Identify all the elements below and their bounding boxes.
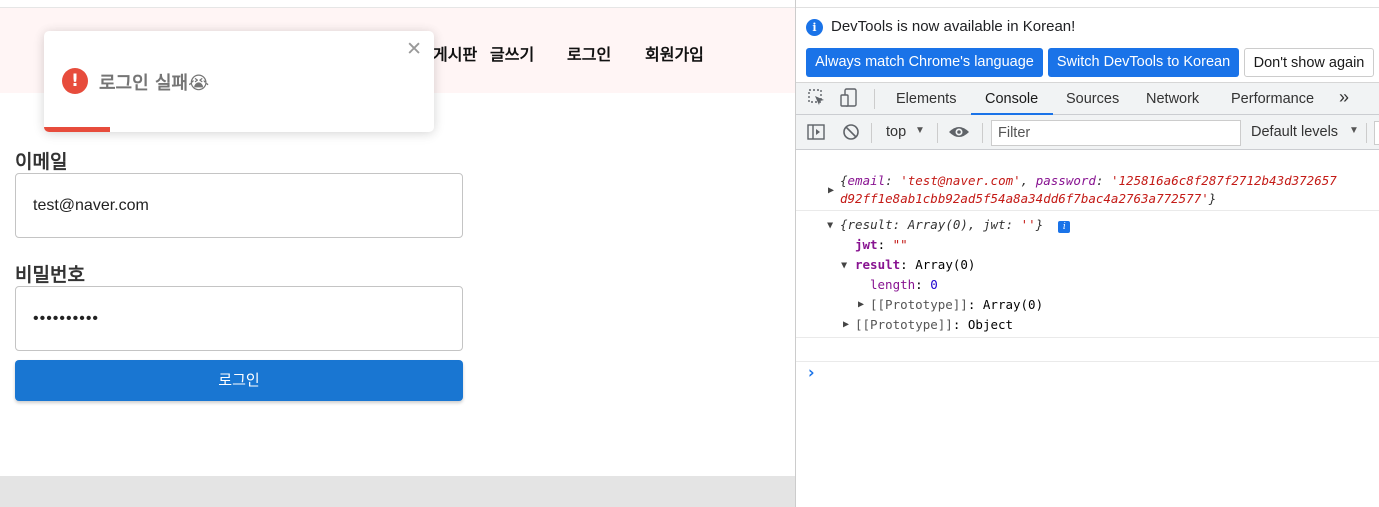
length-key: length bbox=[870, 277, 916, 292]
inspect-element-icon[interactable] bbox=[808, 89, 826, 112]
expand-arrow-icon[interactable]: ▶ bbox=[828, 185, 834, 196]
more-tabs-icon[interactable]: » bbox=[1339, 87, 1349, 108]
object-prototype-value: Object bbox=[967, 317, 1014, 332]
tab-elements[interactable]: Elements bbox=[896, 91, 956, 107]
array-prototype-key: [[Prototype]] bbox=[870, 297, 968, 312]
web-page: 게시판 글쓰기 로그인 회원가입 ! 로그인 실패😭 ✕ 이메일 test@na… bbox=[0, 0, 795, 507]
console-prompt[interactable]: › bbox=[806, 363, 1379, 383]
switch-language-button[interactable]: Switch DevTools to Korean bbox=[1048, 48, 1239, 77]
clear-console-icon[interactable] bbox=[842, 123, 860, 146]
console-toolbar: top ▼ Filter Default levels ▼ bbox=[796, 115, 1379, 150]
dont-show-again-button[interactable]: Don't show again bbox=[1244, 48, 1374, 77]
brace-open: { bbox=[840, 173, 848, 188]
console-log-result[interactable]: {result: Array(0), jwt: ''} i bbox=[840, 217, 1379, 233]
object-prototype-key: [[Prototype]] bbox=[855, 317, 953, 332]
collapse-arrow-icon[interactable]: ▶ bbox=[839, 262, 850, 268]
login-button[interactable]: 로그인 bbox=[15, 360, 463, 401]
tab-separator bbox=[874, 89, 875, 109]
tab-console[interactable]: Console bbox=[985, 91, 1038, 107]
jwt-property: jwt: "" bbox=[855, 237, 908, 252]
match-language-button[interactable]: Always match Chrome's language bbox=[806, 48, 1043, 77]
email-field[interactable]: test@naver.com bbox=[15, 173, 463, 238]
result-value: Array(0) bbox=[915, 257, 976, 272]
toolbar-separator-4 bbox=[1366, 123, 1367, 143]
console-log-email-password[interactable]: {email: 'test@naver.com', password: '125… bbox=[840, 173, 1379, 188]
email-key: email bbox=[847, 173, 886, 188]
tab-performance[interactable]: Performance bbox=[1231, 91, 1314, 107]
array-prototype-value: Array(0) bbox=[982, 297, 1044, 312]
length-value: 0 bbox=[930, 277, 938, 292]
tab-network[interactable]: Network bbox=[1146, 91, 1199, 107]
brace-close: } bbox=[1208, 191, 1217, 206]
sidebar-toggle-icon[interactable] bbox=[807, 123, 825, 146]
toast-progress-bar bbox=[44, 127, 111, 132]
console-log-continuation: d92ff1e8ab1cbb92ad5f54a8a34dd6f7bac4a276… bbox=[840, 191, 1379, 206]
devtools-tabs: Elements Console Sources Network Perform… bbox=[796, 82, 1379, 115]
jwt-value: "" bbox=[892, 237, 908, 252]
console-divider bbox=[796, 210, 1379, 211]
result-key: result bbox=[855, 257, 901, 272]
array-prototype-property[interactable]: [[Prototype]]: Array(0) bbox=[870, 297, 1379, 312]
password-value-cont: d92ff1e8ab1cbb92ad5f54a8a34dd6f7bac4a276… bbox=[840, 191, 1209, 206]
console-divider bbox=[796, 337, 1379, 338]
language-notice: DevTools is now available in Korean! bbox=[831, 18, 1076, 35]
device-toggle-icon[interactable] bbox=[840, 88, 860, 113]
nav-board[interactable]: 게시판 bbox=[433, 41, 477, 65]
context-dropdown-icon[interactable]: ▼ bbox=[915, 125, 925, 136]
devtools-panel: i DevTools is now available in Korean! A… bbox=[795, 0, 1379, 507]
collapse-arrow-icon[interactable]: ▶ bbox=[825, 222, 836, 228]
password-label: 비밀번호 bbox=[15, 264, 85, 286]
log-levels-dropdown[interactable]: Default levels bbox=[1251, 124, 1338, 140]
jwt-summary-value: '' bbox=[1020, 217, 1036, 232]
info-icon: i bbox=[806, 19, 823, 36]
nav-write[interactable]: 글쓰기 bbox=[490, 41, 534, 65]
email-label: 이메일 bbox=[15, 151, 68, 173]
toolbar-separator-3 bbox=[982, 123, 983, 143]
password-value: '125816a6c8f287f2712b43d372657 bbox=[1111, 173, 1337, 188]
console-output: ▶ {email: 'test@naver.com', password: '1… bbox=[796, 150, 1379, 507]
toolbar-separator-2 bbox=[937, 123, 938, 143]
expand-arrow-icon[interactable]: ▶ bbox=[843, 319, 849, 330]
nav-signup[interactable]: 회원가입 bbox=[645, 41, 704, 65]
devtools-top-border bbox=[796, 7, 1379, 8]
levels-dropdown-icon[interactable]: ▼ bbox=[1349, 125, 1359, 136]
error-toast: ! 로그인 실패😭 ✕ bbox=[44, 31, 434, 132]
context-selector[interactable]: top bbox=[886, 124, 906, 140]
close-icon[interactable]: ✕ bbox=[406, 38, 422, 60]
result-summary: {result: Array(0), jwt: bbox=[840, 217, 1021, 232]
error-icon: ! bbox=[62, 68, 88, 94]
object-prototype-property[interactable]: [[Prototype]]: Object bbox=[855, 317, 1379, 332]
tab-sources[interactable]: Sources bbox=[1066, 91, 1119, 107]
footer bbox=[0, 476, 795, 507]
settings-cutoff bbox=[1374, 121, 1379, 145]
password-field[interactable]: •••••••••• bbox=[15, 286, 463, 351]
nav-login[interactable]: 로그인 bbox=[567, 41, 611, 65]
toolbar-separator bbox=[871, 123, 872, 143]
result-property[interactable]: result: Array(0) bbox=[855, 257, 1379, 272]
email-value: 'test@naver.com' bbox=[900, 173, 1021, 188]
length-property: length: 0 bbox=[870, 277, 938, 292]
summary-close: } bbox=[1035, 217, 1044, 232]
filter-input[interactable]: Filter bbox=[991, 120, 1241, 146]
console-divider bbox=[796, 361, 1379, 362]
eye-icon[interactable] bbox=[948, 123, 970, 146]
toast-message: 로그인 실패😭 bbox=[99, 73, 210, 94]
expand-arrow-icon[interactable]: ▶ bbox=[858, 299, 864, 310]
password-key: password bbox=[1035, 173, 1096, 188]
jwt-key: jwt bbox=[855, 237, 878, 252]
info-badge-icon[interactable]: i bbox=[1058, 221, 1071, 233]
